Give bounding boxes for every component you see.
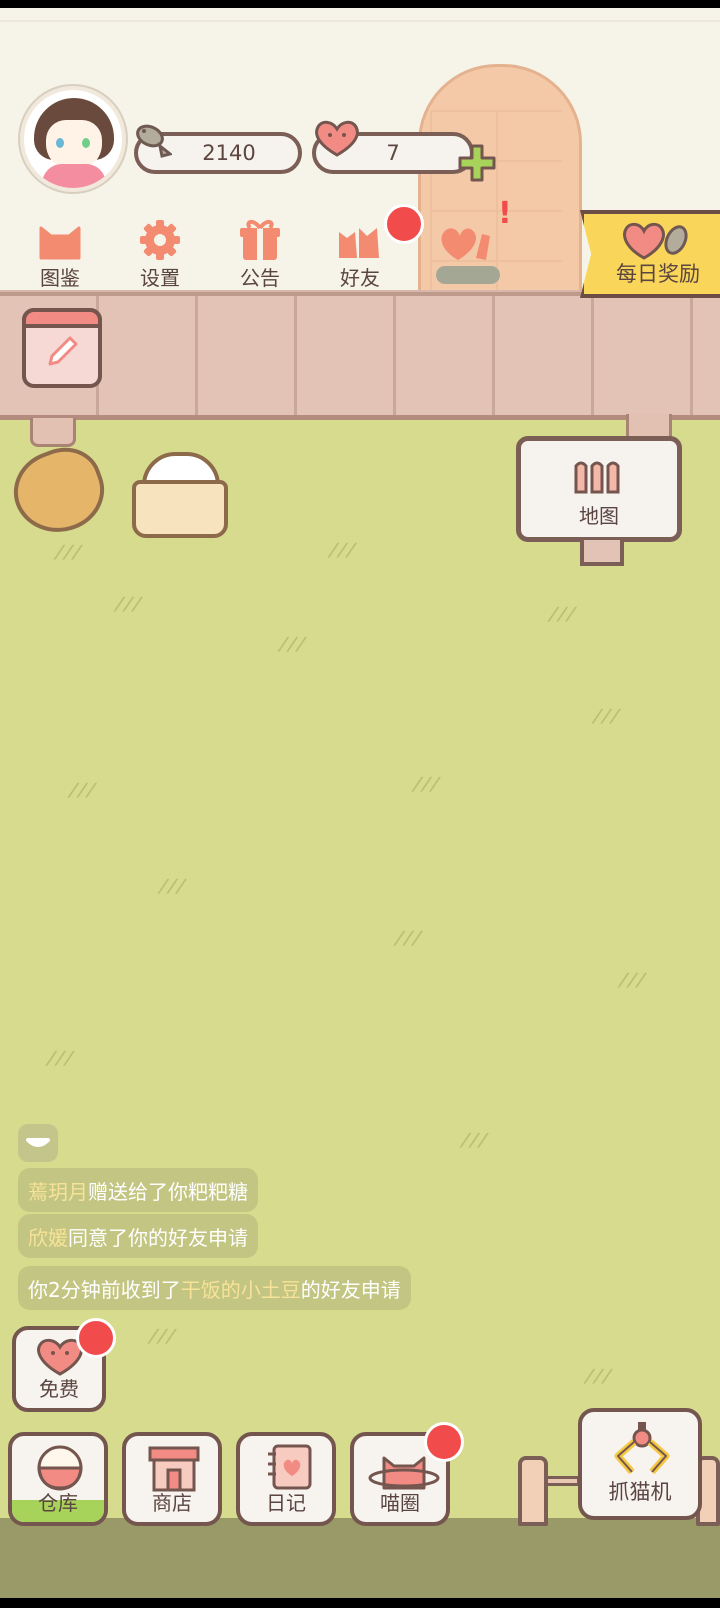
cat-head-icon xyxy=(39,226,81,260)
fish-count: 2140 xyxy=(202,141,256,165)
grass-tuft: / / / xyxy=(326,540,357,561)
grass-tuft: / / / xyxy=(546,604,577,625)
claw-machine-label: 抓猫机 xyxy=(608,1480,672,1504)
claw-icon xyxy=(614,1422,670,1475)
chat-message: 欣媛 同意了你的好友申请 xyxy=(18,1214,258,1258)
calendar-header xyxy=(22,308,102,328)
chat-text: 同意了你的好友申请 xyxy=(68,1225,248,1250)
grass-tuft: / / / xyxy=(156,876,187,897)
chat-message: 蔫玥月 赠送给了你粑粑糖 xyxy=(18,1168,258,1212)
chat-message: 你2分钟前收到了 干饭的小土豆 的好友申请 xyxy=(18,1266,411,1310)
pencil-icon xyxy=(48,336,78,366)
diary-icon xyxy=(268,1444,312,1490)
menu-label: 设置 xyxy=(140,266,180,290)
chat-text: 赠送给了你粑粑糖 xyxy=(88,1179,248,1204)
potato-item[interactable] xyxy=(2,437,116,545)
player-avatar[interactable] xyxy=(20,86,126,192)
free-notification-dot xyxy=(76,1318,116,1358)
sky-line xyxy=(0,20,720,22)
grass-tuft: / / / xyxy=(590,706,621,727)
menu-label: 好友 xyxy=(340,266,380,290)
rice-bowl-icon xyxy=(37,1445,83,1491)
ground-strip xyxy=(0,1518,720,1598)
claw-machine-button[interactable]: 抓猫机 xyxy=(578,1408,702,1520)
fence-post xyxy=(30,418,76,447)
status-bar xyxy=(0,0,720,8)
grass-tuft: / / / xyxy=(392,928,423,949)
chat-collapse-button[interactable] xyxy=(18,1124,58,1162)
grass-tuft: / / / xyxy=(582,1366,613,1387)
grass-tuft: / / / xyxy=(44,1048,75,1069)
grass-tuft: / / / xyxy=(410,774,441,795)
chevron-down-icon xyxy=(26,1138,50,1147)
menu-settings[interactable]: 设置 xyxy=(116,212,204,290)
map-label: 地图 xyxy=(579,504,619,528)
progress-placeholder xyxy=(436,266,500,284)
free-label: 免费 xyxy=(39,1377,79,1401)
grass-tuft: / / / xyxy=(146,1326,177,1347)
bottom-shop[interactable]: 商店 xyxy=(122,1432,222,1526)
chat-text: 的好友申请 xyxy=(300,1277,401,1302)
chat-user-name[interactable]: 干饭的小土豆 xyxy=(181,1274,301,1303)
avatar-eye xyxy=(82,138,90,148)
menu-announcement[interactable]: 公告 xyxy=(216,212,304,290)
alert-icon: ! xyxy=(498,196,512,231)
menu-label: 图鉴 xyxy=(40,266,80,290)
add-hearts-button[interactable] xyxy=(458,144,496,182)
chat-user-name[interactable]: 蔫玥月 xyxy=(28,1176,88,1205)
grass-tuft: / / / xyxy=(276,634,307,655)
wooden-fence xyxy=(0,292,720,420)
heart-fish-icon xyxy=(623,222,688,260)
grass-tuft: / / / xyxy=(52,542,83,563)
cat-circle-notification-dot xyxy=(424,1422,464,1462)
shop-icon xyxy=(148,1446,200,1492)
fish-icon xyxy=(136,124,172,158)
avatar-face xyxy=(46,120,102,170)
gift-icon xyxy=(240,220,280,260)
rice-basket[interactable] xyxy=(132,480,228,538)
shop-label: 商店 xyxy=(152,1491,192,1515)
heart-hands-icon xyxy=(441,228,490,260)
navigation-bar xyxy=(0,1598,720,1608)
menu-label: 公告 xyxy=(240,266,280,290)
heart-count: 7 xyxy=(386,141,400,165)
gear-icon xyxy=(140,220,180,260)
grass-tuft: / / / xyxy=(112,594,143,615)
bottom-warehouse[interactable]: 仓库 xyxy=(8,1432,108,1526)
chat-text: 你2分钟前收到了 xyxy=(28,1277,181,1302)
sign-post xyxy=(580,540,624,566)
grass-tuft: / / / xyxy=(66,780,97,801)
daily-reward-label: 每日奖励 xyxy=(616,262,700,286)
friends-icon xyxy=(339,228,379,258)
warehouse-label: 仓库 xyxy=(38,1491,78,1515)
wood-stump xyxy=(518,1456,548,1526)
friends-notification-dot xyxy=(384,204,424,244)
fence-icon xyxy=(574,461,620,494)
heart-icon xyxy=(315,120,359,157)
grass-tuft: / / / xyxy=(616,970,647,991)
chat-user-name[interactable]: 欣媛 xyxy=(28,1222,68,1251)
diary-label: 日记 xyxy=(266,1491,306,1515)
cat-circle-label: 喵圈 xyxy=(380,1491,420,1515)
bottom-diary[interactable]: 日记 xyxy=(236,1432,336,1526)
avatar-eye xyxy=(56,138,64,148)
avatar-body xyxy=(42,164,106,188)
menu-collection[interactable]: 图鉴 xyxy=(16,212,104,290)
grass-tuft: / / / xyxy=(458,1130,489,1151)
